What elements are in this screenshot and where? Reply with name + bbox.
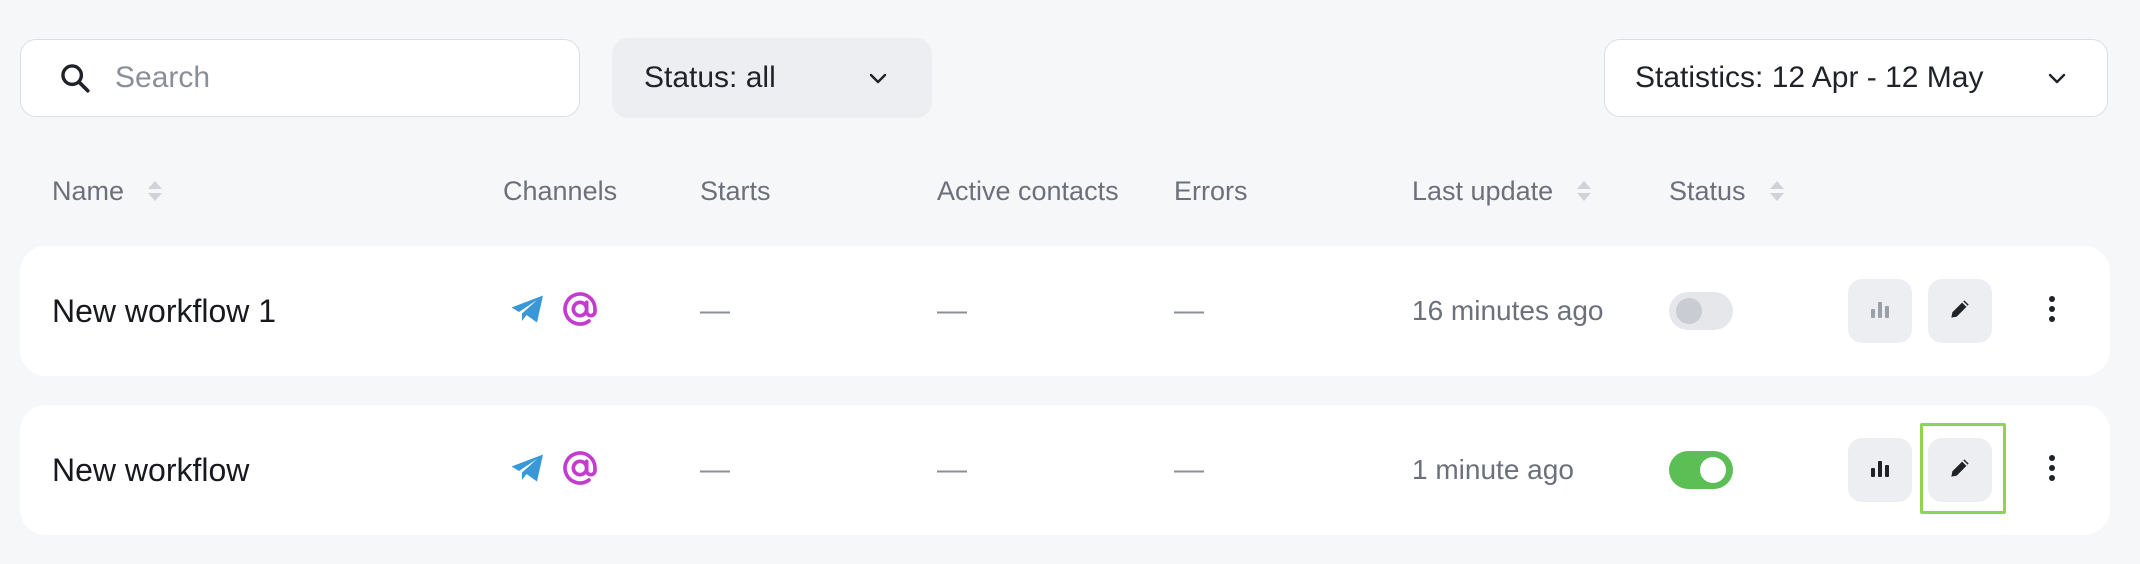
errors-value: —: [1174, 294, 1204, 327]
more-actions-button[interactable]: [2032, 279, 2072, 343]
starts-value: —: [700, 453, 730, 486]
active-contacts-value: —: [937, 453, 967, 486]
column-header-active-contacts: Active contacts: [937, 175, 1119, 206]
sort-icon: [148, 181, 163, 201]
edit-button[interactable]: [1928, 279, 1992, 343]
column-header-channels: Channels: [503, 175, 618, 206]
active-contacts-value: —: [937, 294, 967, 327]
kebab-menu-icon: [2048, 454, 2056, 487]
status-filter-dropdown[interactable]: Status: all: [612, 38, 932, 118]
status-cell: [1669, 246, 1733, 376]
at-sign-icon: [560, 448, 600, 493]
channels-cell: [510, 405, 600, 535]
status-filter-label: Status: all: [644, 61, 776, 94]
statistics-button[interactable]: [1848, 438, 1912, 502]
telegram-icon: [510, 294, 546, 329]
column-header-errors: Errors: [1174, 175, 1248, 206]
search-icon: [55, 58, 95, 98]
column-header-starts: Starts: [700, 175, 771, 206]
column-header-status[interactable]: Status: [1669, 176, 1784, 206]
bar-chart-icon: [1868, 456, 1892, 485]
column-header-name[interactable]: Name: [52, 176, 163, 206]
errors-value: —: [1174, 453, 1204, 486]
table-row[interactable]: New workflow — — — 1 minute ago: [20, 405, 2110, 535]
status-toggle[interactable]: [1669, 292, 1733, 330]
bar-chart-icon: [1868, 297, 1892, 326]
search-input[interactable]: [115, 61, 535, 95]
status-toggle[interactable]: [1669, 451, 1733, 489]
pencil-icon: [1947, 296, 1973, 327]
telegram-icon: [510, 453, 546, 488]
pencil-icon: [1947, 455, 1973, 486]
sort-icon: [1769, 181, 1784, 201]
statistics-button[interactable]: [1848, 279, 1912, 343]
table-row[interactable]: New workflow 1 — — — 16 minutes ago: [20, 246, 2110, 376]
more-actions-button[interactable]: [2032, 438, 2072, 502]
chevron-down-icon: [2043, 64, 2071, 92]
statistics-range-label: Statistics: 12 Apr - 12 May: [1635, 61, 1984, 94]
channels-cell: [510, 246, 600, 376]
at-sign-icon: [560, 289, 600, 334]
sort-icon: [1577, 181, 1592, 201]
edit-button[interactable]: [1928, 438, 1992, 502]
column-header-last-update[interactable]: Last update: [1412, 176, 1592, 206]
workflow-name[interactable]: New workflow 1: [52, 246, 276, 376]
last-update-value: 16 minutes ago: [1412, 295, 1604, 326]
last-update-value: 1 minute ago: [1412, 454, 1574, 485]
chevron-down-icon: [864, 64, 892, 92]
statistics-range-dropdown[interactable]: Statistics: 12 Apr - 12 May: [1604, 39, 2108, 117]
status-cell: [1669, 405, 1733, 535]
kebab-menu-icon: [2048, 295, 2056, 328]
starts-value: —: [700, 294, 730, 327]
workflow-name[interactable]: New workflow: [52, 405, 249, 535]
search-box[interactable]: [20, 39, 580, 117]
